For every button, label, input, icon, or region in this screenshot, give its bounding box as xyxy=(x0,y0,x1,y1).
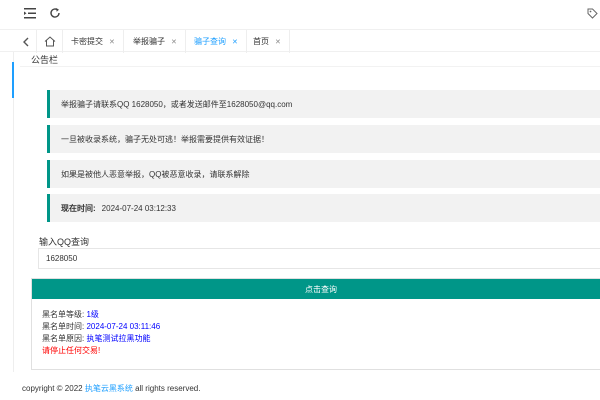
side-nav-strip xyxy=(0,52,14,372)
tab-home[interactable]: 首页 ✕ xyxy=(245,30,290,53)
qq-search-input[interactable] xyxy=(38,248,600,269)
blacklist-time-label: 黑名单时间: xyxy=(42,322,85,331)
card-title: 公告栏 xyxy=(31,55,59,65)
tab-label: 骗子查询 xyxy=(194,37,226,46)
tag-icon[interactable] xyxy=(585,6,599,20)
notice-text: 如果是被他人恶意举报，QQ被恶意收录，请联系解除 xyxy=(61,169,250,179)
home-icon[interactable] xyxy=(36,30,63,53)
footer-link[interactable]: 执笔云黑系统 xyxy=(85,384,133,393)
stop-trading-warning: 请停止任何交易! xyxy=(42,346,101,355)
tab-report-scammer[interactable]: 举报骗子 ✕ xyxy=(125,30,186,53)
tab-label: 卡密提交 xyxy=(71,37,103,46)
reason-value: 执笔测试拉黑功能 xyxy=(86,334,151,343)
footer: copyright © 2022 执笔云黑系统 all rights reser… xyxy=(22,383,200,394)
time-label: 现在时间: xyxy=(61,203,96,213)
qq-input-label: 输入QQ查询 xyxy=(39,237,90,247)
divider xyxy=(20,66,600,67)
notice-warning: 一旦被收录系统，骗子无处可逃！举报需要提供有效证据！ xyxy=(47,125,600,153)
tab-scammer-query[interactable]: 骗子查询 ✕ xyxy=(186,30,247,53)
close-icon[interactable]: ✕ xyxy=(275,38,281,46)
query-button[interactable]: 点击查询 xyxy=(32,279,600,299)
notice-current-time: 现在时间: 2024-07-24 03:12:33 xyxy=(47,194,600,222)
notice-text: 一旦被收录系统，骗子无处可逃！举报需要提供有效证据！ xyxy=(61,134,269,144)
copyright-prefix: copyright © 2022 xyxy=(22,384,83,393)
side-nav-active-indicator xyxy=(12,62,14,98)
result-time-row: 黑名单时间: 2024-07-24 03:11:46 xyxy=(42,321,160,333)
tab-label: 举报骗子 xyxy=(133,37,165,46)
close-icon[interactable]: ✕ xyxy=(171,38,177,46)
notice-contact: 举报骗子请联系QQ 1628050，或者发送邮件至1628050@qq.com xyxy=(47,90,600,118)
level-label: 黑名单等级: xyxy=(42,310,85,319)
blacklist-time-value: 2024-07-24 03:11:46 xyxy=(86,322,161,331)
menu-fold-icon[interactable] xyxy=(23,6,37,20)
result-details: 黑名单等级: 1级 黑名单时间: 2024-07-24 03:11:46 黑名单… xyxy=(42,309,160,357)
top-toolbar xyxy=(0,0,600,26)
result-reason-row: 黑名单原因: 执笔测试拉黑功能 xyxy=(42,333,160,345)
result-level-row: 黑名单等级: 1级 xyxy=(42,309,160,321)
tab-card-submit[interactable]: 卡密提交 ✕ xyxy=(63,30,124,53)
close-icon[interactable]: ✕ xyxy=(232,38,238,46)
tab-scroll-left-icon[interactable] xyxy=(15,30,35,53)
reason-label: 黑名单原因: xyxy=(42,334,85,343)
query-result-panel: 点击查询 黑名单等级: 1级 黑名单时间: 2024-07-24 03:11:4… xyxy=(31,278,600,370)
refresh-icon[interactable] xyxy=(48,6,62,20)
notice-text: 举报骗子请联系QQ 1628050，或者发送邮件至1628050@qq.com xyxy=(61,99,293,109)
tab-bar: 卡密提交 ✕ 举报骗子 ✕ 骗子查询 ✕ 首页 ✕ xyxy=(0,29,600,53)
tab-label: 首页 xyxy=(253,37,269,46)
copyright-suffix: all rights reserved. xyxy=(135,384,201,393)
notice-appeal: 如果是被他人恶意举报，QQ被恶意收录，请联系解除 xyxy=(47,160,600,188)
level-value: 1级 xyxy=(86,310,99,319)
time-value: 2024-07-24 03:12:33 xyxy=(101,203,176,213)
close-icon[interactable]: ✕ xyxy=(109,38,115,46)
